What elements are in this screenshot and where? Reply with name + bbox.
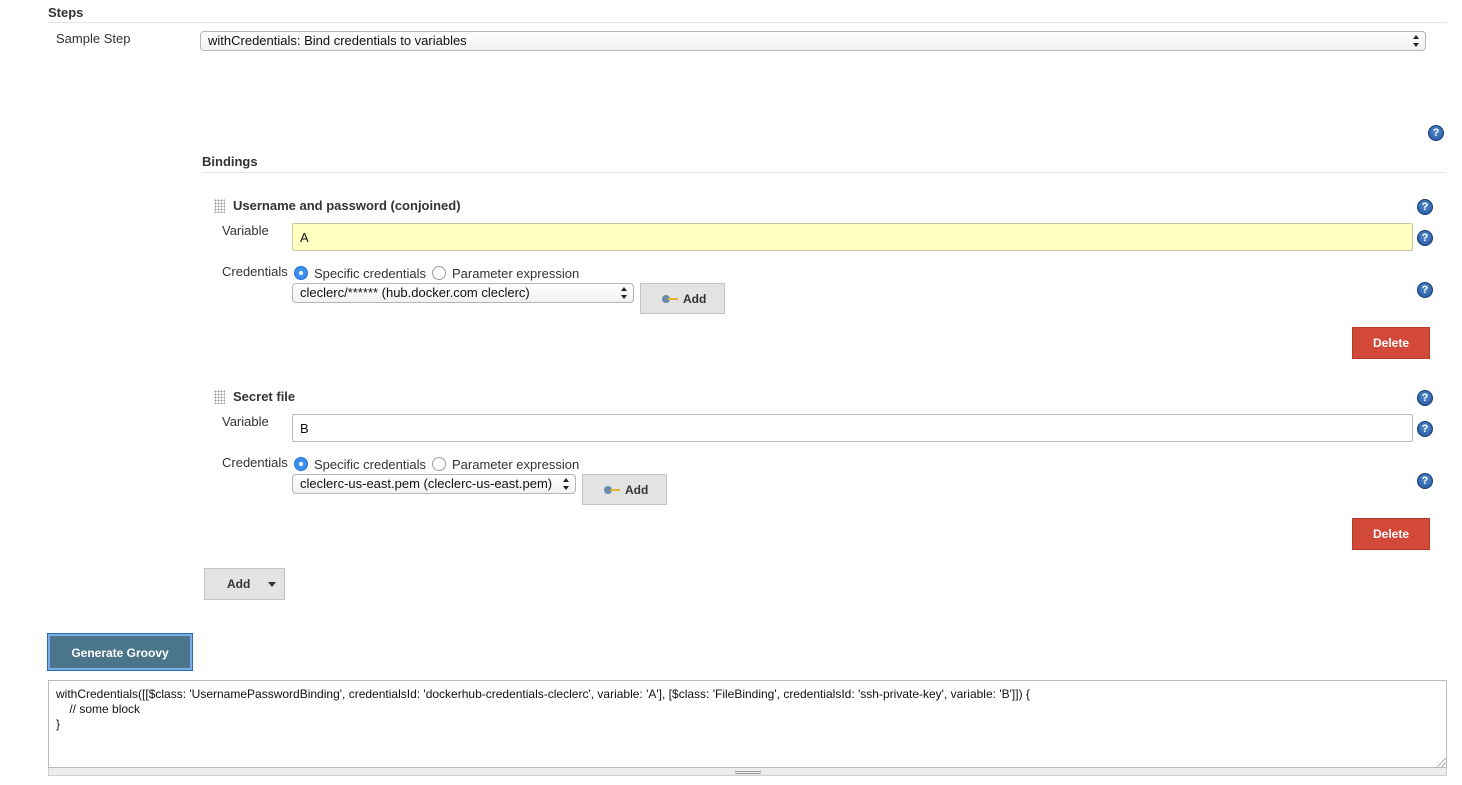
credentials-select-value: cleclerc/****** (hub.docker.com cleclerc… bbox=[300, 285, 530, 300]
delete-binding-button[interactable]: Delete bbox=[1352, 518, 1430, 550]
radio-parameter-label[interactable]: Parameter expression bbox=[452, 266, 579, 281]
help-icon[interactable]: ? bbox=[1417, 390, 1433, 406]
caret-down-icon bbox=[268, 582, 276, 587]
help-icon[interactable]: ? bbox=[1428, 125, 1444, 141]
select-arrows-icon bbox=[1413, 34, 1420, 48]
steps-divider bbox=[48, 22, 1446, 23]
add-credential-label: Add bbox=[625, 483, 649, 497]
textarea-splitter[interactable] bbox=[48, 768, 1447, 776]
help-icon[interactable]: ? bbox=[1417, 230, 1433, 246]
variable-label: Variable bbox=[222, 223, 269, 238]
sample-step-select[interactable]: withCredentials: Bind credentials to var… bbox=[200, 31, 1426, 51]
radio-specific-credentials[interactable] bbox=[294, 266, 308, 280]
add-binding-button[interactable]: Add bbox=[204, 568, 285, 600]
steps-section-title: Steps bbox=[48, 5, 84, 20]
help-icon[interactable]: ? bbox=[1417, 421, 1433, 437]
binding-title: Secret file bbox=[233, 389, 296, 404]
radio-specific-label[interactable]: Specific credentials bbox=[314, 266, 426, 281]
credentials-label: Credentials bbox=[222, 455, 288, 470]
add-binding-label: Add bbox=[227, 577, 251, 591]
add-credential-button[interactable]: Add bbox=[582, 474, 667, 505]
bindings-divider bbox=[202, 172, 1446, 173]
resize-grip-icon[interactable] bbox=[1437, 758, 1446, 767]
radio-parameter-expression[interactable] bbox=[432, 266, 446, 280]
select-arrows-icon bbox=[563, 477, 570, 491]
generate-groovy-label: Generate Groovy bbox=[71, 646, 169, 660]
drag-handle-icon[interactable] bbox=[214, 199, 225, 213]
add-credential-button[interactable]: Add bbox=[640, 283, 725, 314]
generate-groovy-button[interactable]: Generate Groovy bbox=[48, 634, 192, 670]
variable-input[interactable] bbox=[292, 414, 1413, 442]
key-icon bbox=[662, 295, 678, 303]
radio-parameter-label[interactable]: Parameter expression bbox=[452, 457, 579, 472]
variable-label: Variable bbox=[222, 414, 269, 429]
variable-input[interactable] bbox=[292, 223, 1413, 251]
credentials-select[interactable]: cleclerc/****** (hub.docker.com cleclerc… bbox=[292, 283, 634, 303]
help-icon[interactable]: ? bbox=[1417, 473, 1433, 489]
credentials-label: Credentials bbox=[222, 264, 288, 279]
help-icon[interactable]: ? bbox=[1417, 282, 1433, 298]
add-credential-label: Add bbox=[683, 292, 707, 306]
credentials-select[interactable]: cleclerc-us-east.pem (cleclerc-us-east.p… bbox=[292, 474, 576, 494]
credentials-select-value: cleclerc-us-east.pem (cleclerc-us-east.p… bbox=[300, 476, 553, 491]
binding-title: Username and password (conjoined) bbox=[233, 198, 461, 213]
sample-step-select-value: withCredentials: Bind credentials to var… bbox=[208, 33, 467, 48]
key-icon bbox=[604, 486, 620, 494]
sample-step-label: Sample Step bbox=[56, 31, 131, 46]
splitter-grip-icon bbox=[735, 771, 761, 774]
radio-parameter-expression[interactable] bbox=[432, 457, 446, 471]
drag-handle-icon[interactable] bbox=[214, 390, 225, 404]
select-arrows-icon bbox=[621, 286, 628, 300]
help-icon[interactable]: ? bbox=[1417, 199, 1433, 215]
delete-binding-button[interactable]: Delete bbox=[1352, 327, 1430, 359]
radio-specific-credentials[interactable] bbox=[294, 457, 308, 471]
bindings-section-title: Bindings bbox=[202, 154, 258, 169]
groovy-output-textarea[interactable]: withCredentials([[$class: 'UsernamePassw… bbox=[48, 680, 1447, 768]
radio-specific-label[interactable]: Specific credentials bbox=[314, 457, 426, 472]
